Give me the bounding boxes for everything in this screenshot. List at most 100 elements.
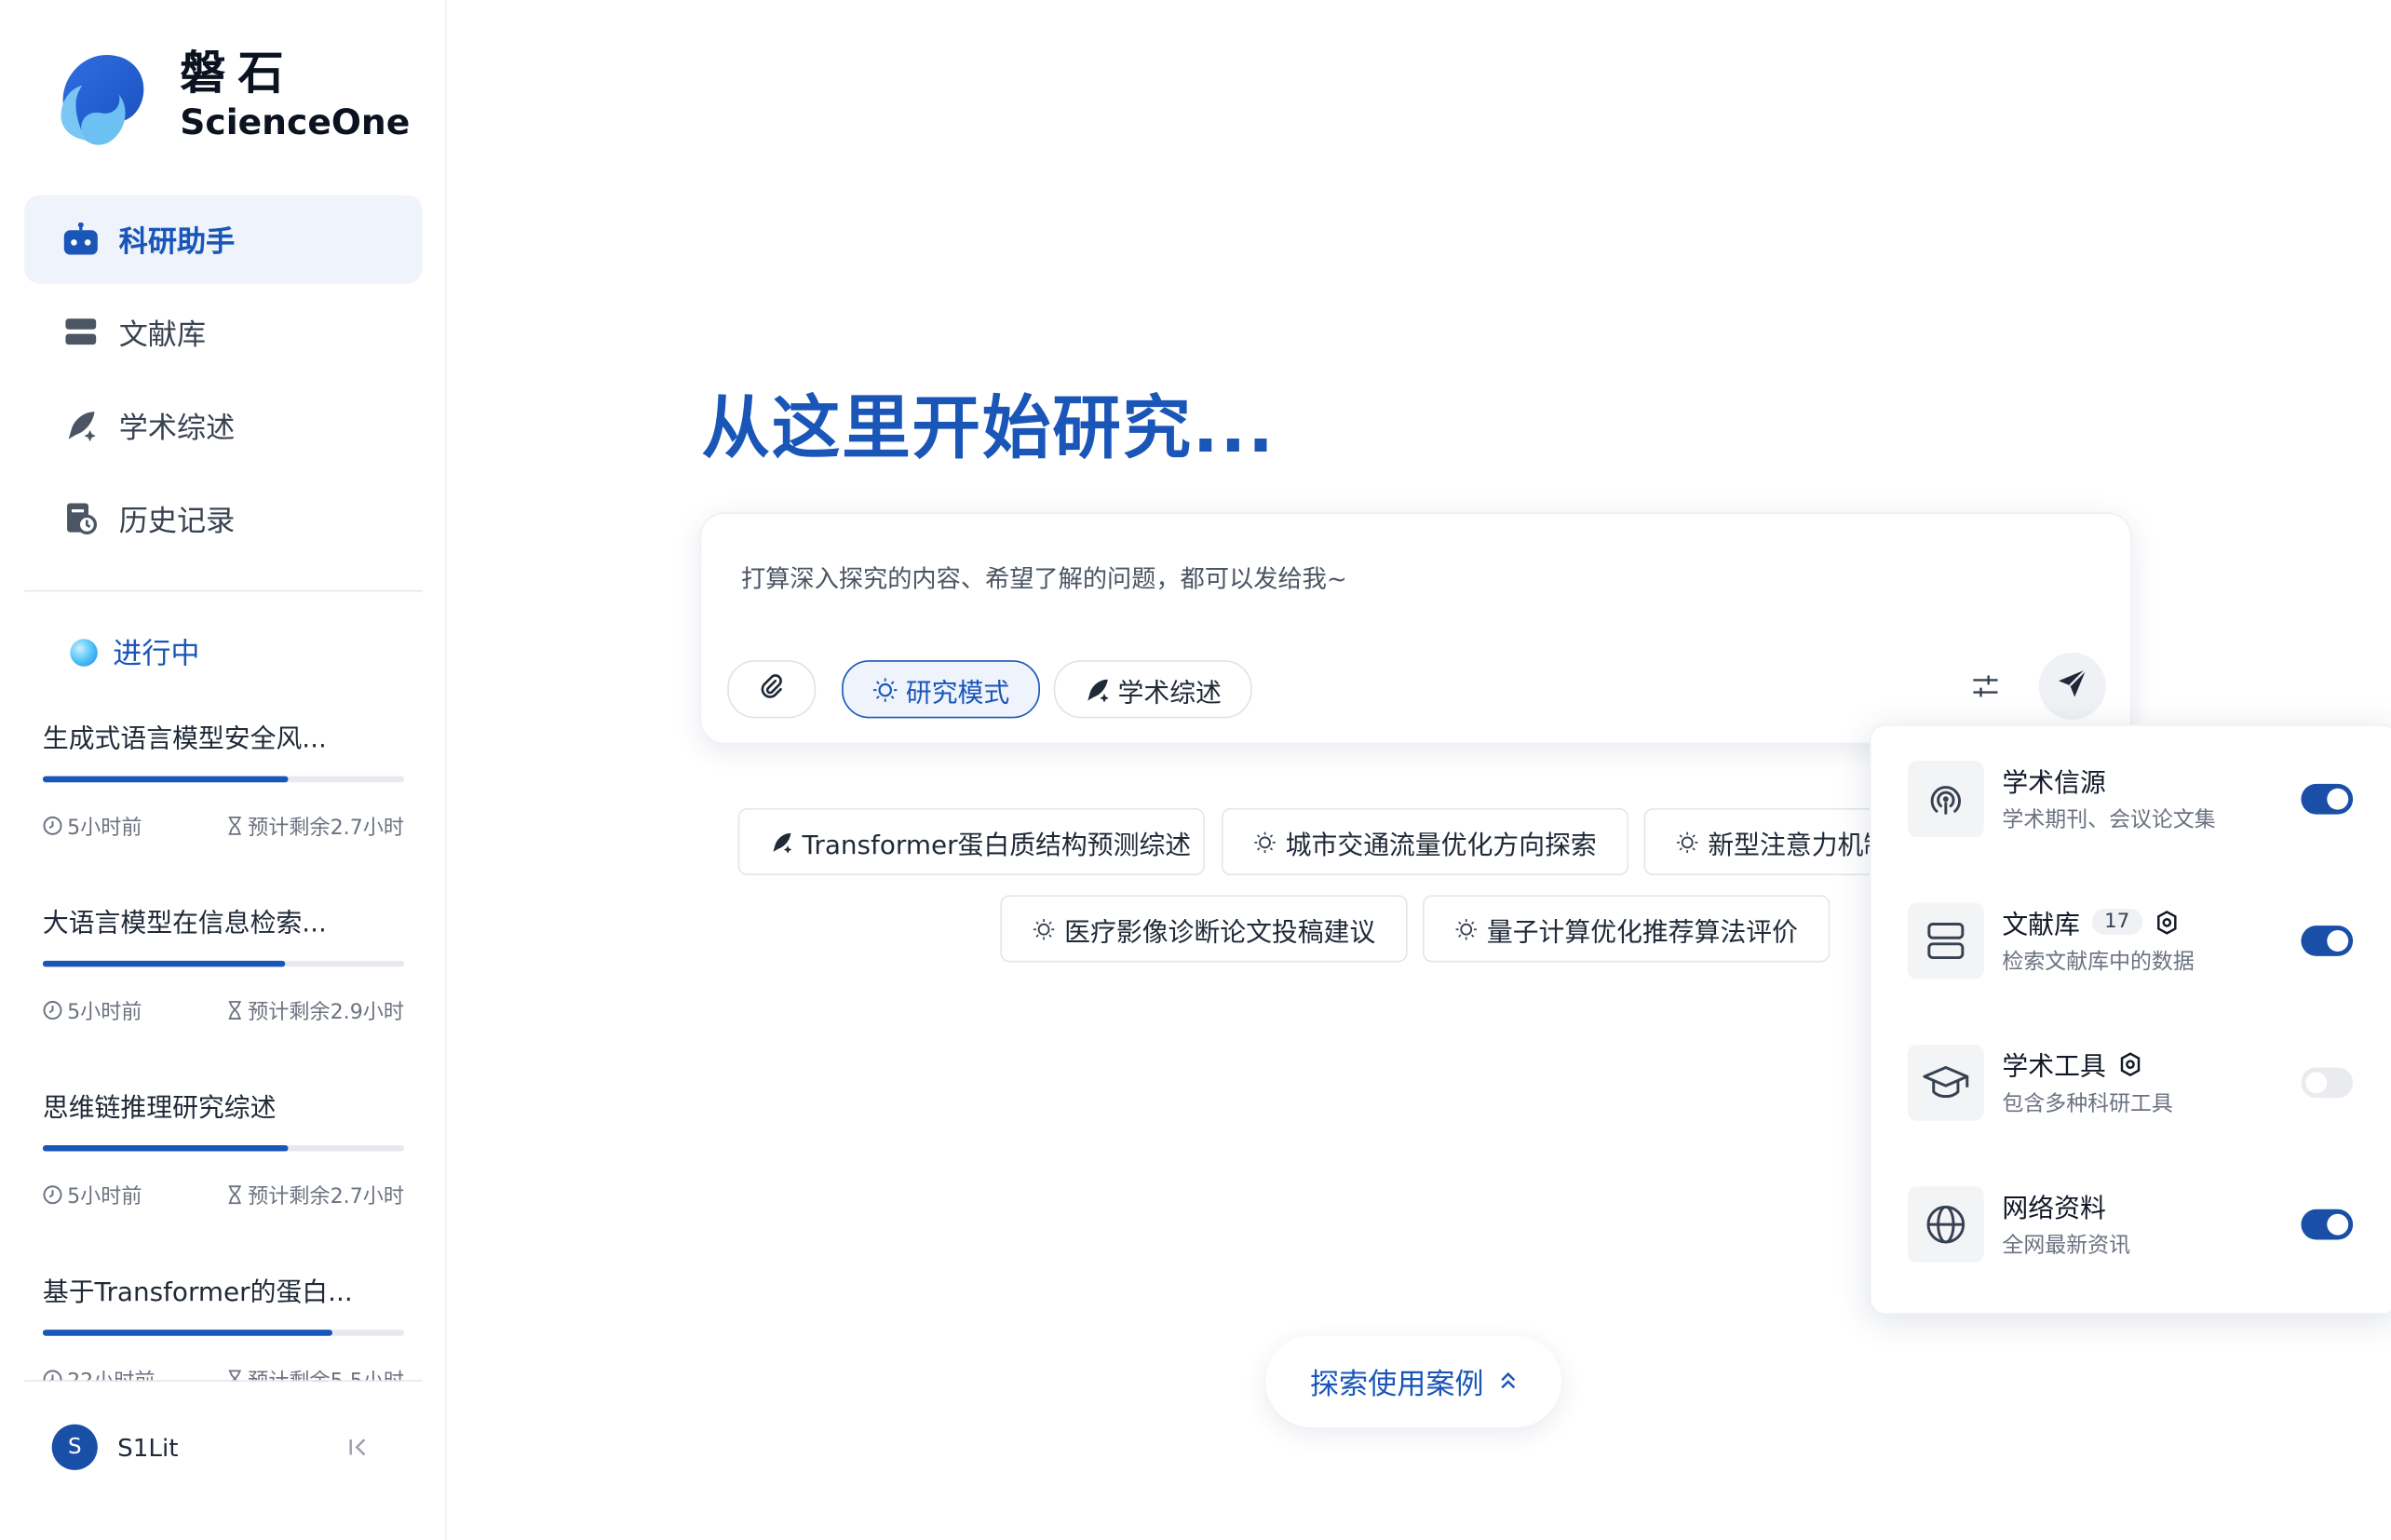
suggestion-label: Transformer蛋白质结构预测综述 — [802, 830, 1192, 861]
bulb-icon — [1454, 917, 1478, 940]
quill-icon — [1084, 676, 1110, 702]
explore-cases-button[interactable]: 探索使用案例 — [1265, 1335, 1562, 1427]
academic-review-chip[interactable]: 学术综述 — [1053, 660, 1252, 719]
nav-label: 历史记录 — [118, 504, 236, 538]
avatar: S — [51, 1424, 98, 1470]
paperclip-icon — [760, 673, 784, 705]
library-icon — [61, 313, 101, 353]
task-remaining: 预计剩余5.5小时 — [248, 1369, 405, 1382]
task-remaining: 预计剩余2.7小时 — [248, 816, 405, 841]
academic-review-label: 学术综述 — [1117, 678, 1222, 709]
source-toggle[interactable] — [2301, 783, 2354, 815]
user-profile[interactable]: S S1Lit — [51, 1424, 179, 1470]
robot-icon — [61, 220, 101, 260]
source-item-library[interactable]: 文献库 17 检索文献库中的数据 — [1907, 902, 2365, 994]
task-progress-bar — [42, 960, 405, 967]
nav-label: 科研助手 — [118, 224, 236, 259]
task-item[interactable]: 生成式语言模型安全风... 5小时前 预计剩余2.7小时 — [42, 717, 405, 901]
nav-item-history[interactable]: 历史记录 — [24, 474, 422, 562]
suggestion-label: 量子计算优化推荐算法评价 — [1486, 917, 1798, 948]
source-item-tools[interactable]: 学术工具 包含多种科研工具 — [1907, 1044, 2365, 1136]
task-progress-bar — [42, 776, 405, 783]
suggestion-label: 城市交通流量优化方向探索 — [1285, 830, 1597, 861]
research-mode-chip[interactable]: 研究模式 — [842, 660, 1040, 719]
source-item-academic[interactable]: 学术信源 学术期刊、会议论文集 — [1907, 761, 2365, 852]
bulb-icon — [1676, 831, 1699, 854]
sources-panel: 学术信源 学术期刊、会议论文集 文献库 17 检索文献库中的数据 学术工具 包含… — [1869, 723, 2391, 1315]
hourglass-icon — [227, 1184, 240, 1204]
brand-name-en: ScienceOne — [180, 102, 411, 143]
suggestion-chip[interactable]: 城市交通流量优化方向探索 — [1221, 808, 1629, 876]
nav-item-review[interactable]: 学术综述 — [24, 381, 422, 469]
task-item[interactable]: 基于Transformer的蛋白... 22小时前 预计剩余5.5小时 — [42, 1270, 405, 1382]
quill-icon — [61, 406, 101, 446]
clock-icon — [43, 1184, 62, 1204]
nav-label: 文献库 — [118, 317, 207, 352]
settings-gear-icon[interactable] — [2154, 910, 2178, 934]
source-name: 学术信源 — [2002, 768, 2106, 800]
sidebar: 磐石 ScienceOne 科研助手 文献库 学术综述 历史记录 进行中 生成式… — [0, 0, 447, 1540]
task-item[interactable]: 大语言模型在信息检索... 5小时前 预计剩余2.9小时 — [42, 901, 405, 1086]
attach-button[interactable] — [727, 660, 817, 719]
hero-title: 从这里开始研究... — [701, 387, 1276, 468]
nav-item-library[interactable]: 文献库 — [24, 289, 422, 377]
source-desc: 包含多种科研工具 — [2002, 1091, 2173, 1116]
source-toggle[interactable] — [2301, 1209, 2354, 1240]
logo-mark-icon — [55, 43, 150, 150]
task-time: 5小时前 — [67, 816, 142, 841]
explore-label: 探索使用案例 — [1309, 1367, 1484, 1401]
in-progress-title: 进行中 — [113, 637, 200, 671]
source-desc: 检索文献库中的数据 — [2002, 950, 2195, 975]
sidebar-divider — [24, 589, 423, 592]
count-badge: 17 — [2092, 909, 2142, 935]
nav-item-assistant[interactable]: 科研助手 — [24, 195, 423, 284]
task-title: 基于Transformer的蛋白... — [42, 1277, 353, 1309]
source-desc: 全网最新资讯 — [2002, 1233, 2131, 1259]
source-toggle[interactable] — [2301, 1067, 2354, 1099]
send-button[interactable] — [2038, 652, 2106, 721]
bulb-icon — [872, 676, 898, 702]
suggestion-chip[interactable]: 量子计算优化推荐算法评价 — [1423, 895, 1830, 963]
suggestion-chip[interactable]: Transformer蛋白质结构预测综述 — [737, 808, 1205, 876]
collapse-sidebar-icon[interactable] — [347, 1435, 369, 1464]
history-icon — [61, 499, 101, 539]
query-input[interactable] — [737, 562, 1903, 595]
main-nav: 科研助手 文献库 学术综述 历史记录 — [24, 195, 423, 568]
globe-icon — [1907, 1186, 1984, 1263]
source-toggle[interactable] — [2301, 925, 2354, 956]
nav-label: 学术综述 — [118, 411, 236, 445]
hourglass-icon — [227, 1000, 240, 1020]
task-title: 思维链推理研究综述 — [42, 1093, 277, 1125]
task-title: 大语言模型在信息检索... — [42, 909, 327, 939]
graduation-cap-icon — [1907, 1044, 1984, 1121]
send-icon — [2056, 667, 2089, 707]
task-item[interactable]: 思维链推理研究综述 5小时前 预计剩余2.7小时 — [42, 1086, 405, 1270]
source-name: 学术工具 — [2002, 1052, 2106, 1083]
source-desc: 学术期刊、会议论文集 — [2002, 808, 2216, 833]
task-remaining: 预计剩余2.7小时 — [248, 1184, 405, 1209]
chevrons-up-icon — [1499, 1371, 1518, 1392]
bulb-icon — [1033, 917, 1056, 940]
source-item-web[interactable]: 网络资料 全网最新资讯 — [1907, 1186, 2365, 1277]
signal-icon — [1907, 761, 1984, 838]
source-name: 文献库 — [2002, 910, 2080, 941]
suggestion-label: 医疗影像诊断论文投稿建议 — [1064, 917, 1376, 948]
task-progress-bar — [42, 1330, 405, 1336]
logo[interactable]: 磐石 ScienceOne — [55, 43, 410, 150]
status-dot-icon — [70, 638, 98, 666]
task-time: 5小时前 — [67, 1184, 142, 1209]
settings-sliders-icon[interactable] — [1970, 671, 2001, 708]
task-remaining: 预计剩余2.9小时 — [248, 1000, 405, 1025]
composer: 研究模式 学术综述 — [699, 512, 2132, 745]
source-name: 网络资料 — [2002, 1194, 2106, 1225]
suggestion-chip[interactable]: 新型注意力机制 — [1643, 808, 1888, 876]
brand-name-cn: 磐石 — [180, 46, 296, 101]
clock-icon — [43, 816, 62, 835]
hourglass-icon — [227, 816, 240, 834]
clock-icon — [43, 1000, 62, 1020]
user-name: S1Lit — [117, 1432, 179, 1462]
task-list: 生成式语言模型安全风... 5小时前 预计剩余2.7小时 大语言模型在信息检索.… — [42, 717, 405, 1382]
suggestion-chip[interactable]: 医疗影像诊断论文投稿建议 — [1000, 895, 1408, 963]
settings-gear-icon[interactable] — [2118, 1051, 2142, 1076]
suggestion-label: 新型注意力机制 — [1708, 830, 1888, 861]
